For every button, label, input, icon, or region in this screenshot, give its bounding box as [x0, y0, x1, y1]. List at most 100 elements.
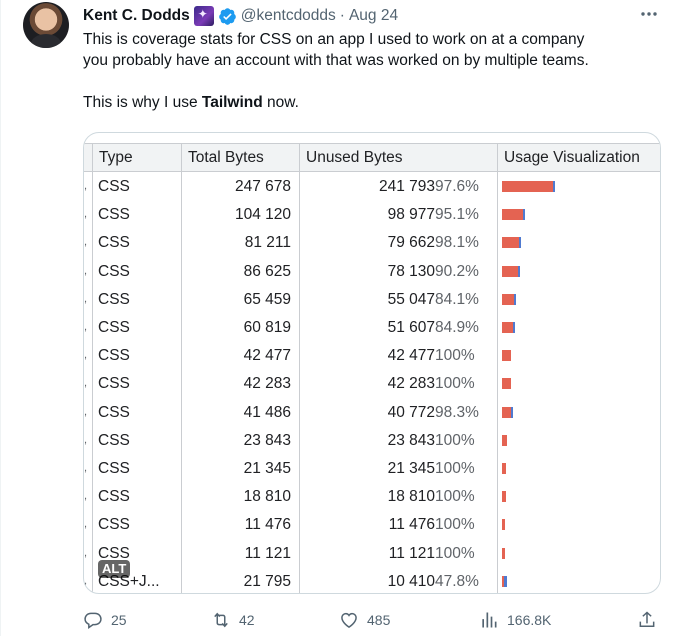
- avatar-shirt: [31, 34, 61, 48]
- separator-dot: ·: [339, 7, 345, 24]
- sparkle-emoji-icon: [193, 6, 214, 26]
- usage-bar: [502, 463, 507, 474]
- table-row: , CSS 42 283 42 283 100%: [84, 370, 660, 398]
- usage-bar: [502, 181, 555, 192]
- cell-total-bytes: 247 678: [234, 178, 291, 195]
- usage-bar-used: [518, 237, 521, 249]
- author-avatar[interactable]: [23, 2, 69, 48]
- table-row: , CSS 23 843 23 843 100%: [84, 427, 660, 455]
- cell-unused-bytes: 21 345: [387, 460, 435, 477]
- cell-type: CSS: [98, 460, 130, 477]
- usage-bar-unused: [502, 265, 519, 277]
- header-type: Type: [92, 144, 181, 171]
- tweet-text-line: This is coverage stats for CSS on an app…: [83, 31, 585, 48]
- usage-bar-unused: [502, 547, 505, 559]
- table-row: , CSS 21 345 21 345 100%: [84, 455, 660, 483]
- tweet-text: This is coverage stats for CSS on an app…: [83, 29, 663, 113]
- usage-bar: [502, 322, 515, 333]
- repost-icon: [214, 612, 228, 628]
- cell-total-bytes: 42 477: [243, 347, 291, 365]
- cell-total-bytes: 21 345: [243, 460, 291, 477]
- share-icon: [639, 611, 655, 627]
- usage-bar-unused: [502, 463, 507, 474]
- row-url-clip-mark: ,: [84, 208, 88, 221]
- usage-bar-used: [522, 209, 525, 221]
- table-row: , CSS 104 120 98 977 95.1%: [84, 201, 660, 229]
- more-options-icon[interactable]: [638, 6, 660, 28]
- cell-unused-percent: 100%: [435, 460, 475, 477]
- tweet-media-image[interactable]: Type Total Bytes Unused Bytes Usage Visu…: [83, 132, 661, 594]
- cell-unused-percent: 98.1%: [435, 234, 479, 252]
- row-url-clip-mark: ,: [84, 264, 88, 277]
- usage-bar-unused: [502, 406, 511, 418]
- like-button[interactable]: 485: [339, 606, 390, 634]
- cell-type: CSS: [98, 375, 130, 393]
- table-header: Type Total Bytes Unused Bytes Usage Visu…: [84, 143, 660, 172]
- cell-unused-bytes: 40 772: [387, 403, 435, 421]
- table-row: , CSS 60 819 51 607 84.9%: [84, 314, 660, 342]
- cell-type: CSS: [98, 403, 130, 421]
- usage-bar: [502, 434, 507, 446]
- reply-button[interactable]: 25: [83, 606, 127, 634]
- table-row: , CSS 11 121 11 121 100%: [84, 540, 660, 568]
- verified-badge-icon: [218, 7, 236, 25]
- table-row: , CSS 86 625 78 130 90.2%: [84, 258, 660, 286]
- cell-total-bytes: 81 211: [244, 234, 291, 252]
- share-button[interactable]: [637, 606, 657, 634]
- row-url-clip-mark: ,: [84, 574, 88, 587]
- usage-bar: [502, 209, 525, 221]
- table-row: , CSS 41 486 40 772 98.3%: [84, 399, 660, 427]
- header-usage-visualization: Usage Visualization: [497, 144, 660, 171]
- tweet-text-prefix: This is why I use: [83, 94, 202, 111]
- cell-unused-percent: 100%: [435, 516, 475, 534]
- reply-icon: [84, 612, 102, 629]
- cell-total-bytes: 86 625: [243, 262, 291, 280]
- repost-count: 42: [239, 612, 255, 628]
- alt-badge[interactable]: ALT: [98, 560, 131, 578]
- views-button[interactable]: 166.8K: [479, 606, 551, 634]
- cell-total-bytes: 42 283: [243, 375, 291, 393]
- cell-type: CSS: [98, 206, 130, 224]
- row-url-clip-mark: ,: [84, 292, 88, 305]
- usage-bar: [502, 406, 513, 418]
- usage-bar-used: [513, 293, 516, 305]
- cell-unused-bytes: 11 121: [388, 544, 435, 562]
- usage-bar-used: [504, 575, 507, 587]
- heart-icon: [341, 612, 357, 628]
- cell-type: CSS: [98, 262, 130, 280]
- cell-unused-bytes: 78 130: [387, 262, 435, 280]
- cell-unused-bytes: 55 047: [387, 290, 435, 308]
- usage-bar: [502, 519, 505, 531]
- usage-bar-unused: [502, 209, 523, 221]
- row-url-clip-mark: ,: [84, 462, 88, 474]
- row-url-clip-mark: ,: [84, 518, 88, 531]
- tweet-text-suffix: now.: [262, 94, 299, 111]
- cell-unused-bytes: 11 476: [388, 516, 435, 534]
- tweet-date[interactable]: Aug 24: [349, 7, 398, 25]
- cell-unused-percent: 98.3%: [435, 403, 479, 421]
- cell-type: CSS: [98, 347, 130, 365]
- repost-button[interactable]: 42: [211, 606, 255, 634]
- cell-unused-percent: 100%: [435, 347, 475, 365]
- author-name[interactable]: Kent C. Dodds: [83, 7, 190, 25]
- reply-count: 25: [111, 612, 127, 628]
- cell-type: CSS: [98, 488, 130, 506]
- cell-unused-percent: 84.9%: [435, 319, 479, 336]
- tweet-header: Kent C. Dodds @kentcdodds · Aug 24: [83, 5, 398, 27]
- cell-type: CSS: [98, 178, 130, 195]
- cell-unused-percent: 95.1%: [435, 206, 479, 224]
- usage-bar-unused: [502, 378, 511, 390]
- author-handle[interactable]: @kentcdodds: [241, 7, 336, 25]
- cell-unused-percent: 100%: [435, 375, 475, 393]
- cell-unused-bytes: 23 843: [387, 431, 435, 449]
- usage-bar: [502, 575, 507, 587]
- tweet-text-line: you probably have an account with that w…: [83, 52, 589, 69]
- cell-unused-bytes: 10 410: [387, 572, 435, 590]
- row-url-clip-mark: ,: [84, 180, 88, 192]
- usage-bar: [502, 293, 516, 305]
- tweet[interactable]: Kent C. Dodds @kentcdodds · Aug 24 This …: [0, 0, 679, 636]
- table-row: , CSS 247 678 241 793 97.6%: [84, 173, 660, 201]
- cell-unused-percent: 47.8%: [435, 572, 479, 590]
- table-row: , CSS 42 477 42 477 100%: [84, 342, 660, 370]
